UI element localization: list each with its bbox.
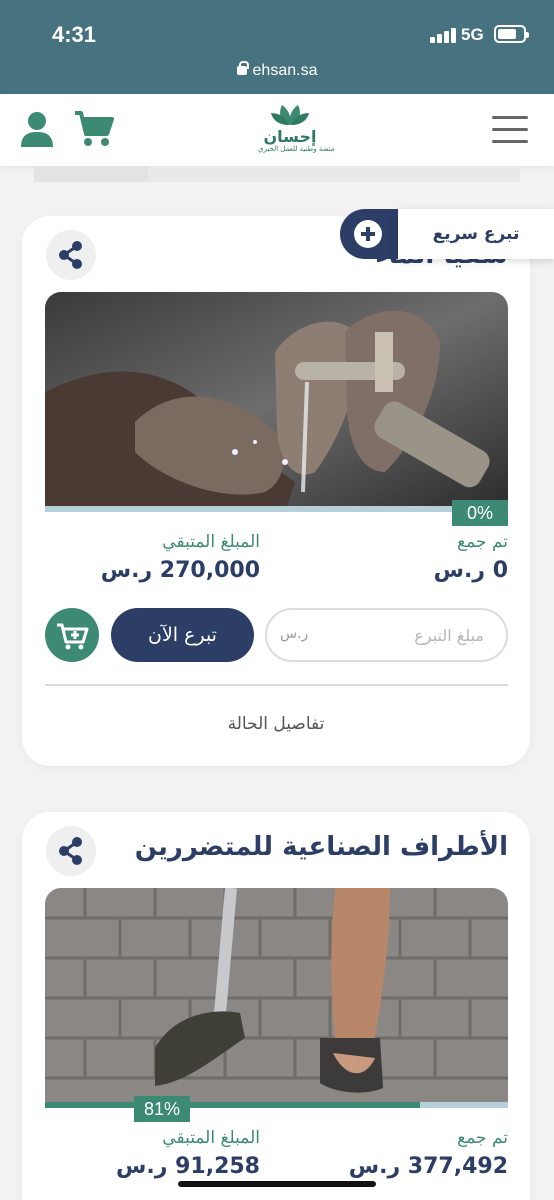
currency-hint: ر.س [280, 626, 309, 642]
url-bar[interactable]: ehsan.sa [0, 61, 554, 80]
collected-label: تم جمع [457, 532, 508, 552]
collected-value: 377,492 ر.س [348, 1154, 508, 1179]
share-icon [59, 241, 82, 269]
progress-percent: 0% [452, 500, 508, 526]
quick-donate-plus-icon [340, 209, 398, 259]
hamburger-menu-icon[interactable] [492, 116, 528, 143]
ehsan-logo[interactable]: إحسان منصة وطنية للعمل الخيري [258, 101, 335, 159]
campaign-title[interactable]: الأطراف الصناعية للمتضررين [135, 832, 508, 862]
campaign-card: سقيا الماء 0% تم جمع 0 ر.س المبلغ المتبق… [22, 216, 530, 766]
url-text: ehsan.sa [252, 62, 318, 79]
scrolled-banner-tab [34, 166, 148, 182]
status-bar: 4:31 5G ehsan.sa [0, 0, 554, 94]
logo-leaves-icon [271, 105, 309, 125]
collected-label: تم جمع [457, 1128, 508, 1148]
add-to-cart-button[interactable] [45, 608, 99, 662]
network-type: 5G [461, 25, 484, 44]
signal-icon [430, 28, 456, 43]
remaining-label: المبلغ المتبقي [162, 532, 260, 552]
share-button[interactable] [46, 826, 96, 876]
progress-bar [45, 506, 508, 512]
logo-tagline: منصة وطنية للعمل الخيري [258, 145, 335, 153]
user-account-icon[interactable] [20, 111, 54, 147]
campaign-image-water [45, 292, 508, 512]
campaign-card: الأطراف الصناعية للمتضررين 81% تم جمع 37… [22, 812, 530, 1200]
remaining-label: المبلغ المتبقي [162, 1128, 260, 1148]
quick-donate-tab[interactable]: تبرع سريع [340, 209, 554, 259]
status-time: 4:31 [52, 22, 97, 47]
quick-donate-label: تبرع سريع [398, 209, 554, 259]
share-icon [59, 837, 82, 865]
battery-icon [494, 25, 529, 43]
lock-icon [236, 61, 249, 75]
progress-percent: 81% [134, 1096, 190, 1122]
collected-value: 0 ر.س [433, 558, 508, 583]
logo-name: إحسان [263, 127, 317, 146]
cart-icon[interactable] [74, 110, 114, 148]
home-indicator[interactable] [178, 1181, 376, 1187]
campaign-image-prosthetic [45, 888, 508, 1108]
progress-fill [45, 1102, 421, 1108]
site-header: إحسان منصة وطنية للعمل الخيري [0, 94, 554, 166]
cart-plus-icon [57, 623, 89, 650]
case-details-link[interactable]: تفاصيل الحالة [22, 714, 530, 734]
progress-bar [45, 1102, 508, 1108]
remaining-value: 270,000 ر.س [100, 558, 260, 583]
share-button[interactable] [46, 230, 96, 280]
divider [45, 684, 508, 686]
remaining-value: 91,258 ر.س [116, 1154, 260, 1179]
donate-now-button[interactable]: تبرع الآن [111, 608, 254, 662]
